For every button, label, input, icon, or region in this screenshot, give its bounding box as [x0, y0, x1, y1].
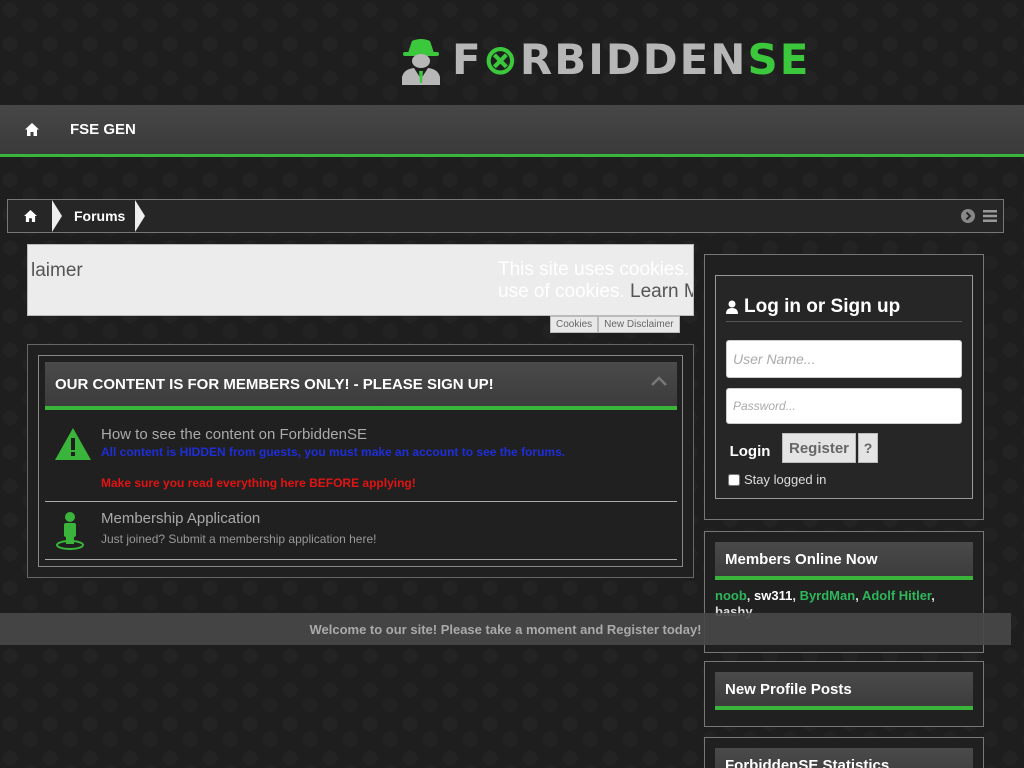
member-link[interactable]: noob [715, 588, 747, 603]
cookie-tab-cookies[interactable]: Cookies [550, 316, 599, 333]
breadcrumb-tools [961, 200, 1003, 232]
cookie-disclaimer-text: laimer [31, 260, 83, 281]
notice-title[interactable]: How to see the content on ForbiddenSE [101, 426, 367, 443]
login-button[interactable]: Login [724, 436, 776, 466]
breadcrumb-separator [135, 200, 146, 232]
members-online-title[interactable]: Members Online Now [715, 542, 973, 580]
main-navigation: FSE GEN [0, 105, 1024, 157]
help-button[interactable]: ? [858, 433, 878, 463]
person-pin-icon [56, 512, 84, 550]
statistics-block: ForbiddenSE Statistics [704, 737, 984, 768]
notice-warning-text: Make sure you read everything here BEFOR… [101, 476, 416, 490]
home-icon [23, 210, 37, 222]
notices-panel: OUR CONTENT IS FOR MEMBERS ONLY! - PLEAS… [27, 344, 694, 578]
welcome-banner[interactable]: Welcome to our site! Please take a momen… [0, 613, 1011, 645]
notices-inner: OUR CONTENT IS FOR MEMBERS ONLY! - PLEAS… [38, 355, 683, 567]
notice-item: Membership Application Just joined? Subm… [45, 504, 677, 560]
login-block: Log in or Sign up Login Register ? Stay … [704, 254, 984, 520]
member-link[interactable]: ByrdMan [800, 588, 856, 603]
stay-logged-in-checkbox[interactable] [728, 473, 740, 486]
cookie-notice: laimer This site uses cookies. B use of … [27, 244, 694, 316]
breadcrumb-separator [52, 200, 62, 232]
member-link[interactable]: sw311 [754, 588, 792, 603]
notice-item: How to see the content on ForbiddenSE Al… [45, 420, 677, 502]
cookie-tabs: Cookies New Disclaimer [550, 316, 680, 333]
notice-hidden-text: All content is HIDDEN from guests, you m… [101, 445, 566, 459]
register-button[interactable]: Register [782, 433, 856, 463]
profile-posts-block: New Profile Posts [704, 661, 984, 727]
username-input[interactable] [726, 340, 962, 378]
notices-title: OUR CONTENT IS FOR MEMBERS ONLY! - PLEAS… [55, 375, 494, 393]
breadcrumb-forums[interactable]: Forums [62, 200, 135, 232]
cookie-message: This site uses cookies. B use of cookies… [498, 259, 693, 303]
login-form: Log in or Sign up Login Register ? Stay … [715, 275, 973, 499]
site-header: F⊗RBIDDENSE [0, 0, 1024, 105]
cookie-tab-disclaimer[interactable]: New Disclaimer [598, 316, 680, 333]
login-title: Log in or Sign up [726, 292, 962, 322]
nav-home-button[interactable] [0, 105, 64, 154]
notice-subtitle: Just joined? Submit a membership applica… [101, 532, 377, 546]
profile-posts-title[interactable]: New Profile Posts [715, 672, 973, 710]
statistics-title[interactable]: ForbiddenSE Statistics [715, 748, 973, 768]
notices-header: OUR CONTENT IS FOR MEMBERS ONLY! - PLEAS… [45, 362, 677, 410]
cookie-learn-more-link[interactable]: Learn M [630, 281, 693, 302]
user-icon [726, 300, 738, 314]
warning-icon [55, 428, 91, 460]
breadcrumb-home[interactable] [8, 200, 52, 232]
password-input[interactable] [726, 388, 962, 424]
breadcrumb: Forums [7, 199, 1004, 233]
circle-arrow-right-icon[interactable] [961, 209, 975, 223]
spy-logo-icon [402, 39, 440, 85]
nav-link-fse-gen[interactable]: FSE GEN [64, 121, 142, 138]
notice-title[interactable]: Membership Application [101, 510, 260, 527]
chevron-up-icon[interactable] [651, 376, 667, 386]
menu-icon[interactable] [983, 210, 997, 222]
home-icon [25, 123, 39, 136]
member-link[interactable]: Adolf Hitler [862, 588, 931, 603]
site-logo[interactable]: F⊗RBIDDENSE [400, 34, 810, 86]
stay-logged-in[interactable]: Stay logged in [728, 472, 826, 487]
logo-wordmark: F⊗RBIDDENSE [452, 35, 811, 84]
